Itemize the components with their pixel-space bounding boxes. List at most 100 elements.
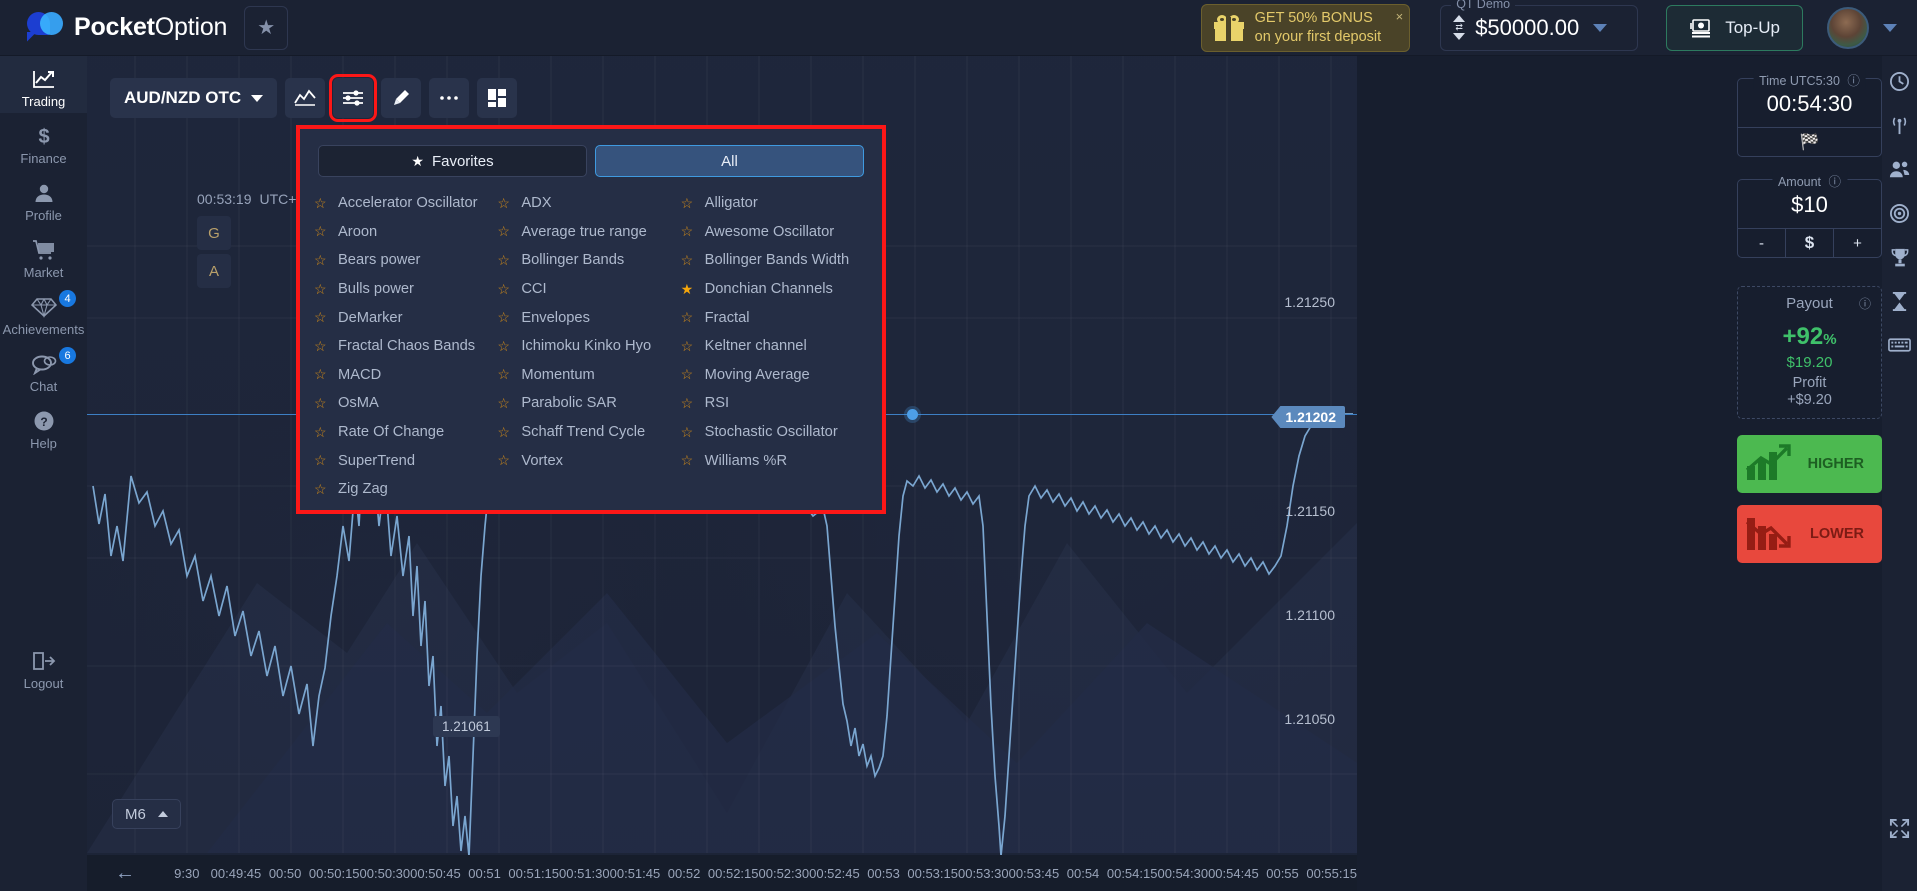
indicator-item[interactable]: ☆ MACD [314,361,497,390]
help-icon[interactable]: ⓘ [1847,70,1860,89]
star-outline-icon[interactable]: ☆ [497,252,512,269]
sidebar-item-help[interactable]: ? Help [0,398,87,455]
star-outline-icon[interactable]: ☆ [497,366,512,383]
indicators-icon[interactable] [329,74,378,122]
amount-field[interactable]: Amount ⓘ $10 - $ + [1737,171,1882,258]
indicator-item[interactable]: ☆ Awesome Oscillator [681,218,864,247]
indicator-item[interactable]: ☆ CCI [497,275,680,304]
top-up-button[interactable]: Top-Up [1666,4,1803,51]
indicator-item[interactable]: ☆ Fractal [681,303,864,332]
indicator-item[interactable]: ☆ Zig Zag [314,475,497,504]
star-outline-icon[interactable]: ☆ [314,366,329,383]
indicator-item[interactable]: ☆ Alligator [681,189,864,218]
indicator-item[interactable]: ☆ Momentum [497,361,680,390]
indicator-item[interactable]: ☆ Ichimoku Kinko Hyo [497,332,680,361]
sidebar-item-achievements[interactable]: 4 Achievements [0,284,87,341]
star-outline-icon[interactable]: ☆ [314,223,329,240]
star-outline-icon[interactable]: ☆ [681,252,696,269]
indicator-item[interactable]: ☆ Aroon [314,218,497,247]
more-icon[interactable] [429,78,470,118]
chart-type-icon[interactable] [285,78,326,118]
star-outline-icon[interactable]: ☆ [314,338,329,355]
time-mode-toggle[interactable]: 🏁 [1738,127,1881,156]
tab-all[interactable]: All [595,145,864,177]
star-outline-icon[interactable]: ☆ [497,195,512,212]
star-outline-icon[interactable]: ☆ [314,195,329,212]
indicator-item[interactable]: ☆ Bollinger Bands Width [681,246,864,275]
star-outline-icon[interactable]: ☆ [314,309,329,326]
star-outline-icon[interactable]: ☆ [681,424,696,441]
profile-menu[interactable] [1827,6,1897,49]
target-icon[interactable] [1889,202,1910,224]
star-outline-icon[interactable]: ☆ [497,281,512,298]
time-field[interactable]: Time UTC5:30 ⓘ 00:54:30 🏁 [1737,70,1882,157]
asset-selector[interactable]: AUD/NZD OTC [110,78,278,118]
tab-favorites[interactable]: ★ Favorites [318,145,587,177]
help-icon[interactable]: ⓘ [1859,295,1871,312]
indicator-item[interactable]: ☆ Parabolic SAR [497,389,680,418]
sidebar-item-market[interactable]: Market [0,227,87,284]
indicator-item[interactable]: ☆ Bears power [314,246,497,275]
amount-increase-button[interactable]: + [1833,229,1881,257]
tournaments-icon[interactable] [1890,246,1910,268]
indicator-item[interactable]: ★ Donchian Channels [681,275,864,304]
star-outline-icon[interactable]: ☆ [497,338,512,355]
indicator-item[interactable]: ☆ Rate Of Change [314,418,497,447]
star-outline-icon[interactable]: ☆ [314,481,329,498]
indicator-item[interactable]: ☆ Vortex [497,446,680,475]
star-outline-icon[interactable]: ☆ [314,452,329,469]
indicator-item[interactable]: ☆ Keltner channel [681,332,864,361]
pending-icon[interactable] [1890,290,1909,312]
grid-icon[interactable] [477,78,518,118]
indicator-item[interactable]: ☆ Moving Average [681,361,864,390]
indicator-item[interactable]: ☆ Bulls power [314,275,497,304]
signals-icon[interactable] [1889,114,1910,136]
higher-button[interactable]: HIGHER [1737,435,1882,493]
star-outline-icon[interactable]: ☆ [681,309,696,326]
chart-side-letter-g[interactable]: G [197,216,231,250]
sidebar-item-profile[interactable]: Profile [0,170,87,227]
indicator-item[interactable]: ☆ Stochastic Oscillator [681,418,864,447]
fullscreen-icon[interactable] [1889,817,1910,839]
chart-side-letter-a[interactable]: A [197,254,231,288]
indicator-item[interactable]: ☆ DeMarker [314,303,497,332]
help-icon[interactable]: ⓘ [1829,171,1842,190]
chevron-down-icon[interactable] [1593,23,1608,32]
social-trading-icon[interactable] [1889,158,1911,180]
star-outline-icon[interactable]: ☆ [681,338,696,355]
favorites-button[interactable]: ★ [244,5,289,50]
star-outline-icon[interactable]: ☆ [681,395,696,412]
star-outline-icon[interactable]: ☆ [497,395,512,412]
indicator-item[interactable]: ☆ RSI [681,389,864,418]
star-outline-icon[interactable]: ☆ [681,223,696,240]
scroll-back-icon[interactable]: ← [87,862,163,885]
indicator-item[interactable]: ☆ Envelopes [497,303,680,332]
avatar[interactable] [1827,6,1869,49]
amount-decrease-button[interactable]: - [1738,229,1785,257]
timeframe-selector[interactable]: M6 [112,799,181,829]
lower-button[interactable]: LOWER [1737,505,1882,563]
indicator-item[interactable]: ☆ Fractal Chaos Bands [314,332,497,361]
star-outline-icon[interactable]: ☆ [314,281,329,298]
amount-currency-button[interactable]: $ [1785,229,1833,257]
indicators-panel[interactable]: ★ Favorites All ☆ Accelerator Oscillator ☆… [296,125,886,514]
sidebar-item-chat[interactable]: 6 Chat [0,341,87,398]
bonus-banner[interactable]: GET 50% BONUS on your first deposit × [1200,3,1411,52]
star-outline-icon[interactable]: ☆ [681,366,696,383]
keyboard-icon[interactable] [1888,334,1911,356]
indicator-item[interactable]: ☆ Bollinger Bands [497,246,680,275]
star-outline-icon[interactable]: ☆ [681,195,696,212]
star-outline-icon[interactable]: ☆ [314,424,329,441]
history-icon[interactable] [1889,70,1910,92]
indicator-item[interactable]: ☆ Schaff Trend Cycle [497,418,680,447]
brand-logo[interactable]: PocketOption [27,11,227,44]
star-outline-icon[interactable]: ☆ [497,452,512,469]
sidebar-item-finance[interactable]: $ Finance [0,113,87,170]
star-outline-icon[interactable]: ☆ [314,252,329,269]
close-icon[interactable]: × [1396,9,1404,24]
indicator-item[interactable]: ☆ Accelerator Oscillator [314,189,497,218]
indicator-item[interactable]: ☆ Williams %R [681,446,864,475]
star-outline-icon[interactable]: ☆ [497,424,512,441]
indicator-item[interactable]: ☆ Average true range [497,218,680,247]
account-selector[interactable]: QT Demo ⇄ $50000.00 [1440,0,1639,51]
